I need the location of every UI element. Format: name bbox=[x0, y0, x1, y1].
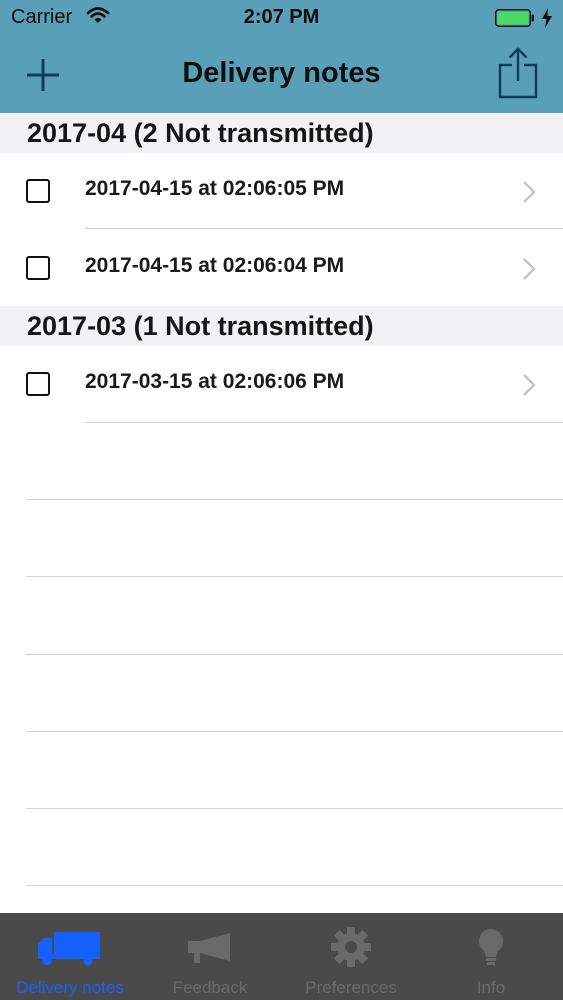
list-item[interactable]: 2017-04-15 at 02:06:05 PM bbox=[0, 153, 563, 229]
tab-feedback[interactable]: Feedback bbox=[140, 913, 280, 1000]
status-time: 2:07 PM bbox=[243, 6, 320, 28]
page-title: Delivery notes bbox=[182, 57, 381, 89]
empty-row-separator bbox=[26, 654, 563, 655]
checkbox[interactable] bbox=[26, 372, 50, 396]
tab-label: Delivery notes bbox=[16, 978, 124, 997]
charging-bolt-icon bbox=[542, 8, 552, 28]
gear-icon bbox=[331, 927, 371, 967]
row-separator bbox=[85, 422, 563, 423]
empty-row-separator bbox=[26, 731, 563, 732]
share-icon bbox=[498, 47, 538, 99]
megaphone-icon bbox=[188, 933, 230, 963]
lightbulb-icon bbox=[479, 929, 503, 965]
checkbox[interactable] bbox=[26, 256, 50, 280]
battery-icon bbox=[495, 9, 534, 27]
navigation-bar: Delivery notes bbox=[0, 38, 563, 113]
tab-label: Feedback bbox=[172, 978, 248, 997]
section-header: 2017-03 (1 Not transmitted) bbox=[0, 306, 563, 346]
status-bar: Carrier 2:07 PM bbox=[0, 0, 563, 38]
empty-row-separator bbox=[26, 885, 563, 886]
empty-row-separator bbox=[26, 808, 563, 809]
chevron-right-icon bbox=[523, 181, 536, 203]
tab-info[interactable]: Info bbox=[421, 913, 561, 1000]
chevron-right-icon bbox=[523, 374, 536, 396]
share-button[interactable] bbox=[497, 46, 539, 100]
checkbox[interactable] bbox=[26, 179, 50, 203]
chevron-right-icon bbox=[523, 258, 536, 280]
tab-bar: Delivery notes Feedback Preferences Info bbox=[0, 913, 563, 1000]
empty-row-separator bbox=[26, 576, 563, 577]
top-bar: Carrier 2:07 PM Delivery notes bbox=[0, 0, 563, 113]
empty-row-separator bbox=[26, 499, 563, 500]
truck-icon bbox=[38, 932, 100, 966]
tab-label: Info bbox=[476, 978, 506, 997]
item-label: 2017-03-15 at 02:06:06 PM bbox=[85, 370, 345, 393]
item-label: 2017-04-15 at 02:06:04 PM bbox=[85, 254, 345, 277]
list-item[interactable]: 2017-03-15 at 02:06:06 PM bbox=[0, 346, 563, 422]
list-item[interactable]: 2017-04-15 at 02:06:04 PM bbox=[0, 230, 563, 306]
row-separator bbox=[85, 228, 563, 229]
section-header: 2017-04 (2 Not transmitted) bbox=[0, 113, 563, 153]
tab-label: Preferences bbox=[305, 978, 397, 997]
item-label: 2017-04-15 at 02:06:05 PM bbox=[85, 177, 345, 200]
tab-preferences[interactable]: Preferences bbox=[281, 913, 421, 1000]
tab-delivery-notes[interactable]: Delivery notes bbox=[0, 913, 140, 1000]
